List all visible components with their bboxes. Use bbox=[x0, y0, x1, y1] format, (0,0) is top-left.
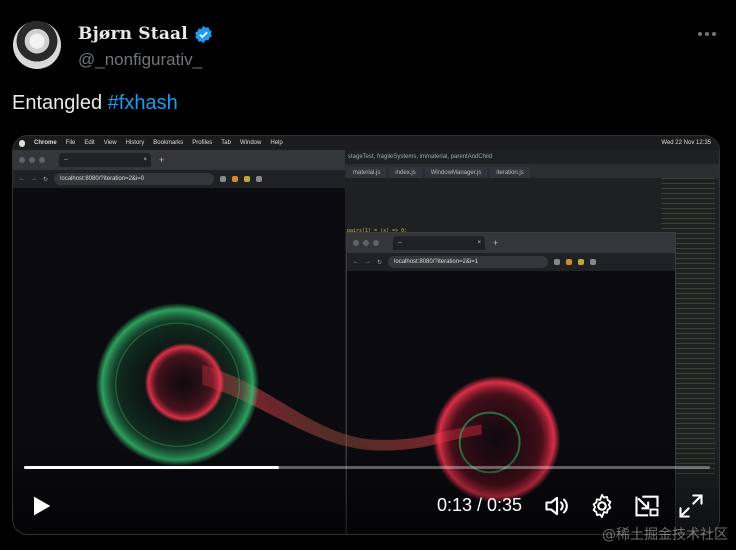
more-icon[interactable] bbox=[698, 26, 718, 42]
progress-fill bbox=[24, 466, 279, 469]
tweet-text: Entangled #fxhash bbox=[12, 92, 178, 115]
avatar[interactable] bbox=[13, 21, 61, 69]
hashtag-link[interactable]: #fxhash bbox=[108, 92, 178, 114]
tweet-body: Entangled bbox=[12, 92, 108, 114]
gear-icon[interactable] bbox=[588, 492, 616, 520]
controls-shade bbox=[13, 444, 719, 534]
volume-icon[interactable] bbox=[543, 492, 571, 520]
pip-icon[interactable] bbox=[633, 492, 661, 520]
fullscreen-icon[interactable] bbox=[677, 492, 705, 520]
time-display: 0:13 / 0:35 bbox=[437, 495, 523, 515]
play-icon[interactable] bbox=[27, 492, 55, 520]
video-player[interactable]: Chrome File Edit View History Bookmarks … bbox=[12, 135, 720, 535]
watermark: @稀土掘金技术社区 bbox=[602, 527, 728, 543]
author-handle[interactable]: @_nonfigurativ_ bbox=[78, 50, 202, 70]
display-name[interactable]: Bjørn Staal bbox=[78, 24, 188, 44]
verified-icon bbox=[195, 25, 212, 43]
author-name-row: Bjørn Staal bbox=[78, 24, 213, 44]
progress-bar[interactable] bbox=[24, 466, 710, 469]
red-core bbox=[144, 342, 225, 423]
